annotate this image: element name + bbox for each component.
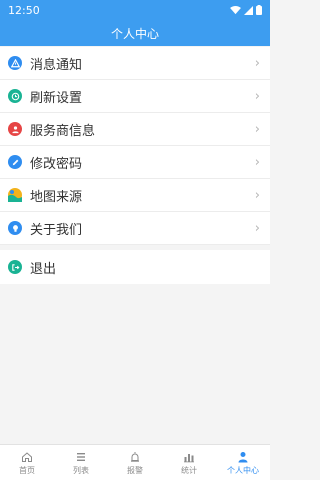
tab-label: 报警 — [127, 465, 143, 475]
menu-item-label: 修改密码 — [30, 156, 83, 172]
status-bar: 12:50 — [0, 0, 270, 20]
menu-item-label: 地图来源 — [30, 189, 83, 205]
menu-item-refresh-settings[interactable]: 刷新设置 › — [0, 80, 270, 113]
lightbulb-icon — [8, 221, 22, 235]
logout-icon — [8, 260, 22, 274]
bottom-tab-bar: 首页 列表 报警 统计 个人中心 — [0, 444, 270, 480]
chevron-right-icon: › — [254, 154, 260, 170]
tab-label: 统计 — [181, 465, 197, 475]
signal-icon — [244, 5, 253, 15]
battery-icon — [256, 5, 262, 15]
person-icon — [237, 450, 249, 464]
menu-item-label: 服务商信息 — [30, 123, 96, 139]
chevron-right-icon: › — [254, 88, 260, 104]
chevron-right-icon: › — [254, 121, 260, 137]
chevron-right-icon: › — [254, 187, 260, 203]
tab-list[interactable]: 列表 — [54, 445, 108, 480]
status-time: 12:50 — [8, 3, 40, 17]
map-icon — [8, 188, 22, 202]
refresh-clock-icon — [8, 89, 22, 103]
logout-label: 退出 — [30, 261, 57, 277]
menu-item-provider-info[interactable]: 服务商信息 › — [0, 113, 270, 146]
app-header: 个人中心 — [0, 20, 270, 46]
warning-icon — [8, 56, 22, 70]
chevron-right-icon: › — [254, 55, 260, 71]
chevron-right-icon: › — [254, 220, 260, 236]
alarm-icon — [129, 450, 141, 464]
pencil-icon — [8, 155, 22, 169]
settings-menu: 消息通知 › 刷新设置 › 服务商信息 › 修改密码 › 地图来源 › 关于我们 — [0, 47, 270, 245]
menu-item-label: 关于我们 — [30, 222, 83, 238]
wifi-icon — [230, 5, 241, 14]
menu-item-notifications[interactable]: 消息通知 › — [0, 47, 270, 80]
home-icon — [21, 450, 33, 464]
user-card-icon — [8, 122, 22, 136]
bar-chart-icon — [183, 450, 195, 464]
tab-alarm[interactable]: 报警 — [108, 445, 162, 480]
list-icon — [75, 450, 87, 464]
tab-label: 个人中心 — [227, 465, 259, 475]
tab-home[interactable]: 首页 — [0, 445, 54, 480]
logout-button[interactable]: 退出 — [0, 250, 270, 284]
tab-profile[interactable]: 个人中心 — [216, 445, 270, 480]
menu-item-label: 刷新设置 — [30, 90, 83, 106]
menu-item-label: 消息通知 — [30, 57, 83, 73]
menu-item-about-us[interactable]: 关于我们 › — [0, 212, 270, 245]
menu-item-change-password[interactable]: 修改密码 › — [0, 146, 270, 179]
status-icons — [230, 5, 262, 15]
tab-label: 首页 — [19, 465, 35, 475]
page-title: 个人中心 — [110, 26, 159, 41]
menu-item-map-source[interactable]: 地图来源 › — [0, 179, 270, 212]
tab-statistics[interactable]: 统计 — [162, 445, 216, 480]
tab-label: 列表 — [73, 465, 89, 475]
